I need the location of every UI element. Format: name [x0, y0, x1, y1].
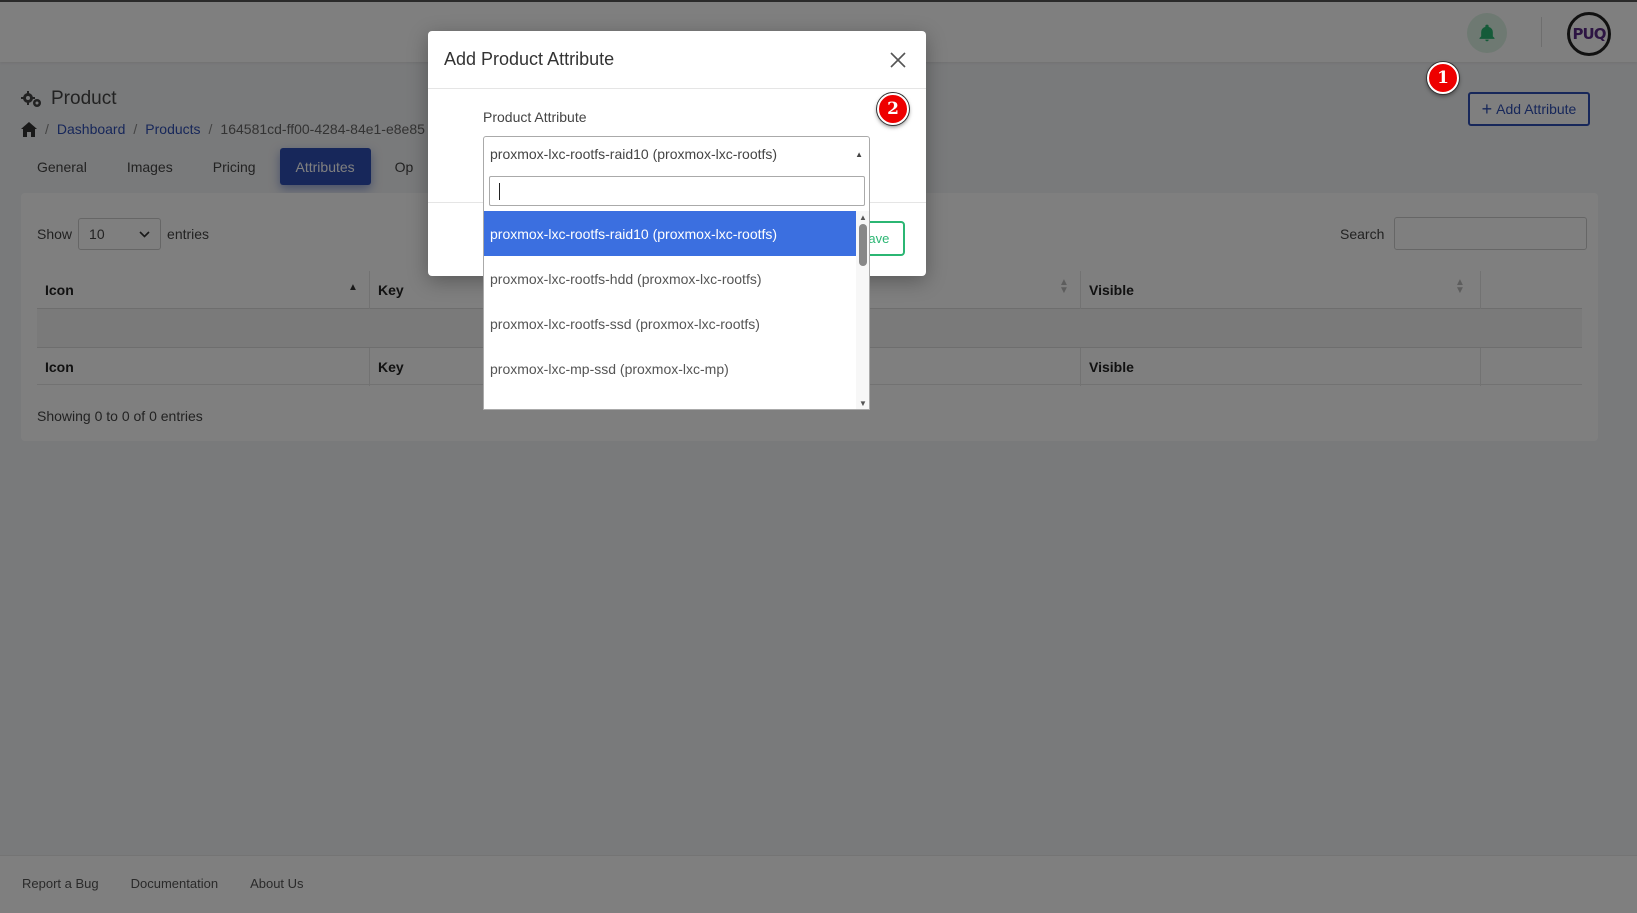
dropdown-scrollbar[interactable]: ▲ ▼ — [856, 211, 869, 409]
attribute-option[interactable]: proxmox-lxc-rootfs-hdd (proxmox-lxc-root… — [484, 256, 856, 301]
attribute-option[interactable]: proxmox-lxc-rootfs-ssd (proxmox-lxc-root… — [484, 301, 856, 346]
close-icon — [890, 51, 906, 68]
attribute-option[interactable]: proxmox-lxc-rootfs-raid10 (proxmox-lxc-r… — [484, 211, 856, 256]
attribute-option[interactable]: proxmox-lxc-mp-raid10 (proxmox-lxc-mp) — [484, 391, 856, 410]
product-attribute-label: Product Attribute — [483, 109, 587, 125]
dropdown-search-input[interactable] — [489, 176, 865, 206]
scroll-up-icon[interactable]: ▲ — [859, 213, 867, 222]
scroll-down-icon[interactable]: ▼ — [859, 399, 867, 408]
text-cursor — [499, 183, 500, 200]
modal-header: Add Product Attribute — [428, 31, 926, 89]
attribute-options-list: proxmox-lxc-rootfs-raid10 (proxmox-lxc-r… — [484, 211, 856, 410]
step-marker-1: 1 — [1427, 62, 1459, 94]
step-marker-2: 2 — [877, 93, 909, 125]
modal-title: Add Product Attribute — [444, 49, 615, 69]
attribute-dropdown: proxmox-lxc-rootfs-raid10 (proxmox-lxc-r… — [483, 171, 870, 410]
caret-up-icon: ▲ — [855, 150, 863, 159]
product-attribute-select[interactable]: proxmox-lxc-rootfs-raid10 (proxmox-lxc-r… — [483, 136, 870, 172]
step-marker-number: 2 — [887, 99, 899, 119]
step-marker-number: 1 — [1437, 68, 1449, 88]
selected-attribute: proxmox-lxc-rootfs-raid10 (proxmox-lxc-r… — [490, 146, 778, 162]
attribute-option[interactable]: proxmox-lxc-mp-ssd (proxmox-lxc-mp) — [484, 346, 856, 391]
scrollbar-thumb[interactable] — [859, 224, 867, 266]
close-button[interactable] — [886, 48, 910, 72]
